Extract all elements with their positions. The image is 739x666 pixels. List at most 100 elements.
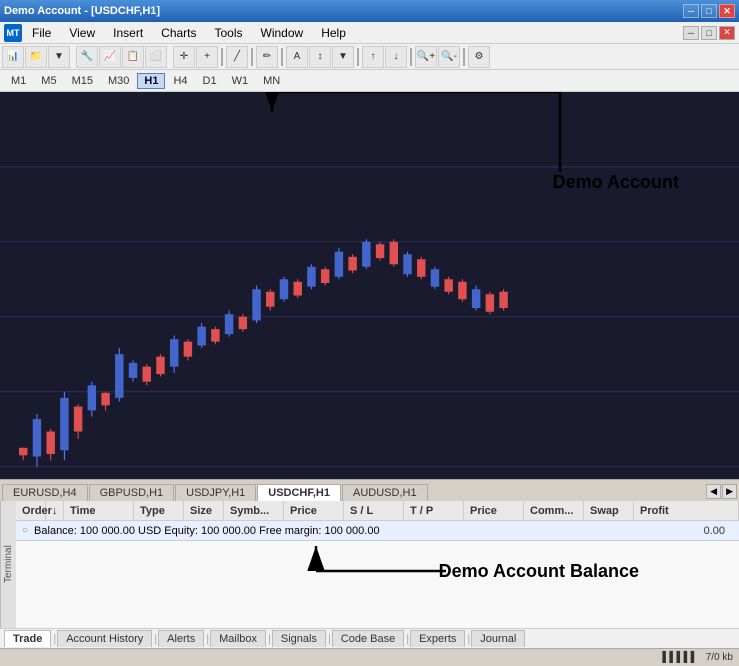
bottom-tab-journal[interactable]: Journal — [471, 630, 525, 647]
th-tp: T / P — [404, 501, 464, 520]
tf-w1[interactable]: W1 — [225, 73, 256, 89]
chart-tab-left-arrow[interactable]: ◀ — [706, 484, 721, 499]
candlestick-chart — [0, 92, 739, 479]
draw-button[interactable]: ✏ — [256, 46, 278, 68]
zoom-out-button[interactable]: 🔍- — [438, 46, 460, 68]
chart-tab-audusd[interactable]: AUDUSD,H1 — [342, 484, 428, 501]
menu-insert[interactable]: Insert — [105, 24, 151, 42]
th-time: Time — [64, 501, 134, 520]
menu-file[interactable]: File — [24, 24, 59, 42]
th-sort-indicator[interactable]: ↓ — [46, 501, 64, 520]
dropdown-button[interactable]: ▼ — [48, 46, 70, 68]
tf-m15[interactable]: M15 — [65, 73, 100, 89]
bottom-tab-experts[interactable]: Experts — [410, 630, 465, 647]
bottom-tab-signals[interactable]: Signals — [272, 630, 326, 647]
cursor-dropdown-button[interactable]: ▼ — [332, 46, 354, 68]
tab-separator-7: | — [467, 633, 470, 645]
menu-window[interactable]: Window — [253, 24, 312, 42]
indicator-button[interactable]: 📈 — [99, 46, 121, 68]
bottom-tab-alerts[interactable]: Alerts — [158, 630, 204, 647]
menu-charts[interactable]: Charts — [153, 24, 204, 42]
balance-profit: 0.00 — [704, 525, 733, 537]
arrow-button[interactable]: ↕ — [309, 46, 331, 68]
title-bar: Demo Account - [USDCHF,H1] ─ □ ✕ — [0, 0, 739, 22]
bottom-tab-codebase[interactable]: Code Base — [332, 630, 404, 647]
template-button[interactable]: ⬜ — [145, 46, 167, 68]
balance-text: Balance: 100 000.00 USD Equity: 100 000.… — [34, 525, 704, 537]
chart-tab-eurusd[interactable]: EURUSD,H4 — [2, 484, 88, 501]
bottom-tab-account-history[interactable]: Account History — [57, 630, 152, 647]
tab-separator-6: | — [406, 633, 409, 645]
app-icon: MT — [4, 24, 22, 42]
chart-tab-navigation: ◀ ▶ — [706, 484, 737, 501]
tf-d1[interactable]: D1 — [196, 73, 224, 89]
tf-mn[interactable]: MN — [256, 73, 287, 89]
table-header: Order ↓ Time Type Size Symb... Price S /… — [16, 501, 739, 521]
th-order: Order — [16, 501, 46, 520]
toolbar: 📊 📁 ▼ 🔧 📈 📋 ⬜ ✛ + ╱ ✏ A ↕ ▼ ↑ ↓ 🔍+ 🔍- ⚙ — [0, 44, 739, 70]
tf-m1[interactable]: M1 — [4, 73, 33, 89]
minimize-button[interactable]: ─ — [683, 4, 699, 18]
terminal-content: Order ↓ Time Type Size Symb... Price S /… — [16, 501, 739, 628]
property-button[interactable]: ⚙ — [468, 46, 490, 68]
tab-separator-1: | — [53, 633, 56, 645]
th-swap: Swap — [584, 501, 634, 520]
th-symbol: Symb... — [224, 501, 284, 520]
text-button[interactable]: A — [286, 46, 308, 68]
tf-m5[interactable]: M5 — [34, 73, 63, 89]
chart-tab-gbpusd[interactable]: GBPUSD,H1 — [89, 484, 175, 501]
menu-view[interactable]: View — [61, 24, 103, 42]
window-title: Demo Account - [USDCHF,H1] — [4, 5, 160, 17]
tf-m30[interactable]: M30 — [101, 73, 136, 89]
chart-tab-right-arrow[interactable]: ▶ — [722, 484, 737, 499]
chart-tabs: EURUSD,H4 GBPUSD,H1 USDJPY,H1 USDCHF,H1 … — [0, 479, 739, 501]
tf-h1[interactable]: H1 — [137, 73, 165, 89]
balance-indicator: ○ — [22, 525, 28, 536]
demo-balance-label: Demo Account Balance — [439, 561, 639, 582]
script-button[interactable]: 📋 — [122, 46, 144, 68]
menu-minimize-button[interactable]: ─ — [683, 26, 699, 40]
menu-tools[interactable]: Tools — [207, 24, 251, 42]
tab-separator-3: | — [206, 633, 209, 645]
timeframe-bar: M1 M5 M15 M30 H1 H4 D1 W1 MN — [0, 70, 739, 92]
menu-close-button[interactable]: ✕ — [719, 26, 735, 40]
demo-account-label: Demo Account — [553, 172, 679, 193]
tf-h4[interactable]: H4 — [166, 73, 194, 89]
menu-help[interactable]: Help — [313, 24, 354, 42]
app-icon-text: MT — [7, 28, 20, 38]
open-button[interactable]: 📁 — [25, 46, 47, 68]
chart-tab-usdchf[interactable]: USDCHF,H1 — [257, 484, 341, 501]
chart-up-button[interactable]: ↑ — [362, 46, 384, 68]
th-profit: Profit — [634, 501, 739, 520]
line-button[interactable]: ╱ — [226, 46, 248, 68]
chart-tab-usdjpy[interactable]: USDJPY,H1 — [175, 484, 256, 501]
new-chart-button[interactable]: 📊 — [2, 46, 24, 68]
main-container: Demo Account - [USDCHF,H1] ─ □ ✕ MT File… — [0, 0, 739, 666]
bottom-tabs: Trade | Account History | Alerts | Mailb… — [0, 628, 739, 648]
balance-arrow — [16, 541, 739, 628]
th-sl: S / L — [344, 501, 404, 520]
zoom-in-button[interactable]: 🔍+ — [415, 46, 437, 68]
status-bar: ▌▌▌▌▌ 7/0 kb — [0, 648, 739, 666]
bottom-tab-mailbox[interactable]: Mailbox — [210, 630, 266, 647]
th-comm: Comm... — [524, 501, 584, 520]
terminal-empty-area: Demo Account Balance — [16, 541, 739, 628]
chart-container[interactable]: Demo Account — [0, 92, 739, 479]
th-price: Price — [284, 501, 344, 520]
terminal-label: Terminal — [0, 501, 16, 628]
chart-section: Demo Account EURUSD,H4 GBPUSD,H1 USDJPY,… — [0, 92, 739, 501]
balance-row: ○ Balance: 100 000.00 USD Equity: 100 00… — [16, 521, 739, 541]
bottom-tab-trade[interactable]: Trade — [4, 630, 51, 647]
expert-button[interactable]: 🔧 — [76, 46, 98, 68]
close-button[interactable]: ✕ — [719, 4, 735, 18]
menu-bar-right-controls: ─ □ ✕ — [683, 26, 735, 40]
tab-separator-5: | — [328, 633, 331, 645]
chart-down-button[interactable]: ↓ — [385, 46, 407, 68]
restore-button[interactable]: □ — [701, 4, 717, 18]
menu-restore-button[interactable]: □ — [701, 26, 717, 40]
zoom-button[interactable]: + — [196, 46, 218, 68]
crosshair-button[interactable]: ✛ — [173, 46, 195, 68]
th-price2: Price — [464, 501, 524, 520]
th-type: Type — [134, 501, 184, 520]
tab-separator-4: | — [268, 633, 271, 645]
